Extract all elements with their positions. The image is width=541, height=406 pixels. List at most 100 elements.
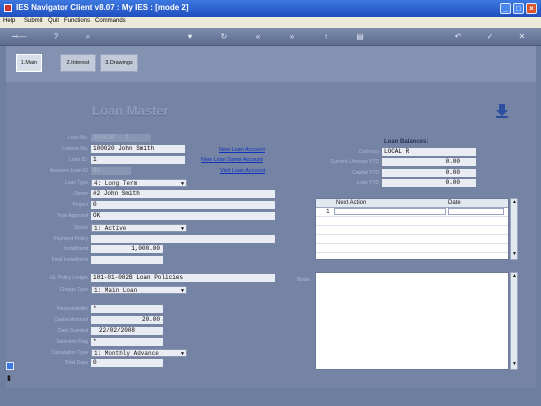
side-tool-icon[interactable]: ▮	[7, 374, 13, 384]
loan-id-field[interactable]: 1	[91, 156, 185, 164]
rewind-icon[interactable]: «	[252, 31, 264, 42]
tab-drawings[interactable]: 3.Drawings	[100, 54, 138, 72]
status-value: 1: Active	[94, 225, 127, 232]
menu-commands[interactable]: Commands	[95, 18, 126, 24]
responsibility-label: Responsibility	[57, 306, 88, 312]
selection-flag-label: Selection Flag	[56, 339, 88, 345]
refresh-icon[interactable]: ↻	[218, 31, 230, 42]
loan-type-value: 4: Long Term	[94, 180, 138, 187]
owner-label: Owner	[73, 191, 88, 197]
charge-type-select[interactable]: 1: Main Loan ▼	[91, 286, 187, 294]
notes-label: Notes	[296, 277, 310, 283]
next-action-grid[interactable]: Next Action Date 1	[315, 198, 509, 260]
notes-scrollbar[interactable]: ▲ ▼	[510, 272, 518, 370]
forward-icon[interactable]: »	[286, 31, 298, 42]
notes-textarea[interactable]	[315, 272, 509, 370]
menu-functions[interactable]: Functions	[64, 18, 90, 24]
toolbar: ⊸— ? ⌕ ♥ ↻ « » ↑ ▤ ↶ ✓ ✕	[0, 28, 541, 46]
tab-main[interactable]: 1.Main	[16, 54, 42, 72]
final-installment-label: Final Installment	[51, 257, 88, 263]
answers-loan-field: No	[91, 167, 131, 175]
payment-policy-label: Payment Policy	[53, 236, 88, 242]
table-row	[316, 235, 508, 244]
visit-loan-account-link[interactable]: Visit Loan Account	[220, 168, 265, 174]
table-row	[316, 226, 508, 235]
total-days-field[interactable]: 0	[91, 359, 163, 367]
column-date: Date	[448, 200, 461, 206]
calculation-type-select[interactable]: 1: Monthly Advance ▼	[91, 349, 187, 357]
scroll-down-icon[interactable]: ▼	[512, 361, 517, 367]
loan-ytd-field: 0.00	[382, 179, 476, 187]
project-label: Project	[72, 202, 88, 208]
document-icon[interactable]: ▤	[354, 31, 366, 42]
heart-icon[interactable]: ♥	[184, 31, 196, 42]
date-granted-field[interactable]: 22/02/2008	[91, 327, 163, 335]
menu-quit[interactable]: Quit	[48, 18, 59, 24]
cancel-icon[interactable]: ✕	[516, 31, 528, 42]
total-days-label: Total Days	[64, 360, 88, 366]
year-approval-label: Year Approval	[57, 213, 88, 219]
gl-policy-ledger-field[interactable]: 101-01-002B Loan Policies	[91, 274, 275, 282]
maximize-button[interactable]: □	[513, 3, 524, 14]
search-icon[interactable]: ⌕	[82, 31, 94, 42]
loan-balances-heading: Loan Balances:	[384, 139, 429, 145]
window-title: IES Navigator Client v8.07 : My IES : [m…	[16, 3, 189, 12]
current-arrears-label: Current / Arrears YTD	[330, 159, 379, 165]
currency-label: Currency	[358, 149, 379, 155]
grid-scrollbar[interactable]: ▲ ▼	[510, 198, 518, 260]
undo-icon[interactable]: ↶	[452, 31, 464, 42]
status-bar	[0, 388, 541, 406]
table-row	[316, 244, 508, 253]
row-number: 1	[326, 208, 330, 215]
capital-ytd-field: 0.00	[382, 169, 476, 177]
arrow-icon[interactable]: ↑	[320, 31, 332, 42]
date-cell[interactable]	[448, 208, 504, 215]
final-installment-field[interactable]	[91, 256, 163, 264]
new-loan-account-link[interactable]: New Loan Account	[219, 147, 265, 153]
charge-type-label: Charge Type	[59, 287, 88, 293]
menu-submit[interactable]: Submit	[24, 18, 43, 24]
close-button[interactable]: ×	[526, 3, 537, 14]
status-select[interactable]: 1: Active ▼	[91, 224, 187, 232]
table-row[interactable]: 1	[316, 208, 508, 217]
tab-strip: 1.Main 2.Interest 3.Drawings	[6, 46, 536, 82]
answers-loan-label: Answers Loan ID	[49, 168, 88, 174]
owner-field[interactable]: #2 John Smith	[91, 190, 275, 198]
installment-label: Installment	[63, 246, 88, 252]
next-action-cell[interactable]	[334, 208, 446, 215]
payment-policy-field[interactable]	[91, 235, 275, 243]
menu-help[interactable]: Help	[3, 18, 15, 24]
gl-policy-ledger-label: GL Policy Ledger	[49, 275, 88, 281]
column-next-action: Next Action	[336, 200, 367, 206]
confirm-icon[interactable]: ✓	[484, 31, 496, 42]
scroll-up-icon[interactable]: ▲	[512, 199, 517, 205]
download-icon[interactable]	[494, 103, 510, 119]
chevron-down-icon: ▼	[180, 288, 184, 294]
chevron-down-icon: ▼	[180, 226, 184, 232]
capital-amount-field[interactable]: 20.00	[91, 316, 163, 324]
charge-type-value: 1: Main Loan	[94, 287, 138, 294]
grid-header: Next Action Date	[316, 199, 508, 208]
exit-key-icon[interactable]: ⊸—	[8, 31, 30, 42]
new-loan-same-account-link[interactable]: New Loan Same Account	[201, 157, 263, 163]
scroll-down-icon[interactable]: ▼	[512, 251, 517, 257]
tab-interest[interactable]: 2.Interest	[60, 54, 96, 72]
responsibility-field[interactable]: *	[91, 305, 163, 313]
side-panel-icon[interactable]	[6, 362, 14, 370]
year-approval-field[interactable]: OK	[91, 212, 275, 220]
loanee-field[interactable]: 100020 John Smith	[91, 145, 185, 153]
loan-type-select[interactable]: 4: Long Term ▼	[91, 179, 187, 187]
loanee-label: Loanee No.	[62, 146, 88, 152]
minimize-button[interactable]: _	[500, 3, 511, 14]
project-field[interactable]: 0	[91, 201, 275, 209]
installment-field[interactable]: 1,000.00	[91, 245, 163, 253]
selection-flag-field[interactable]: *	[91, 338, 163, 346]
screen-title: Loan Master	[92, 103, 169, 118]
help-icon[interactable]: ?	[50, 31, 62, 42]
app-icon	[4, 4, 12, 12]
status-label: Status	[73, 225, 88, 231]
loan-no-label: Loan No.	[67, 135, 88, 141]
capital-ytd-label: Capital YTD	[352, 170, 379, 176]
scroll-up-icon[interactable]: ▲	[512, 273, 517, 279]
capital-amount-label: Capital Amount	[54, 317, 88, 323]
